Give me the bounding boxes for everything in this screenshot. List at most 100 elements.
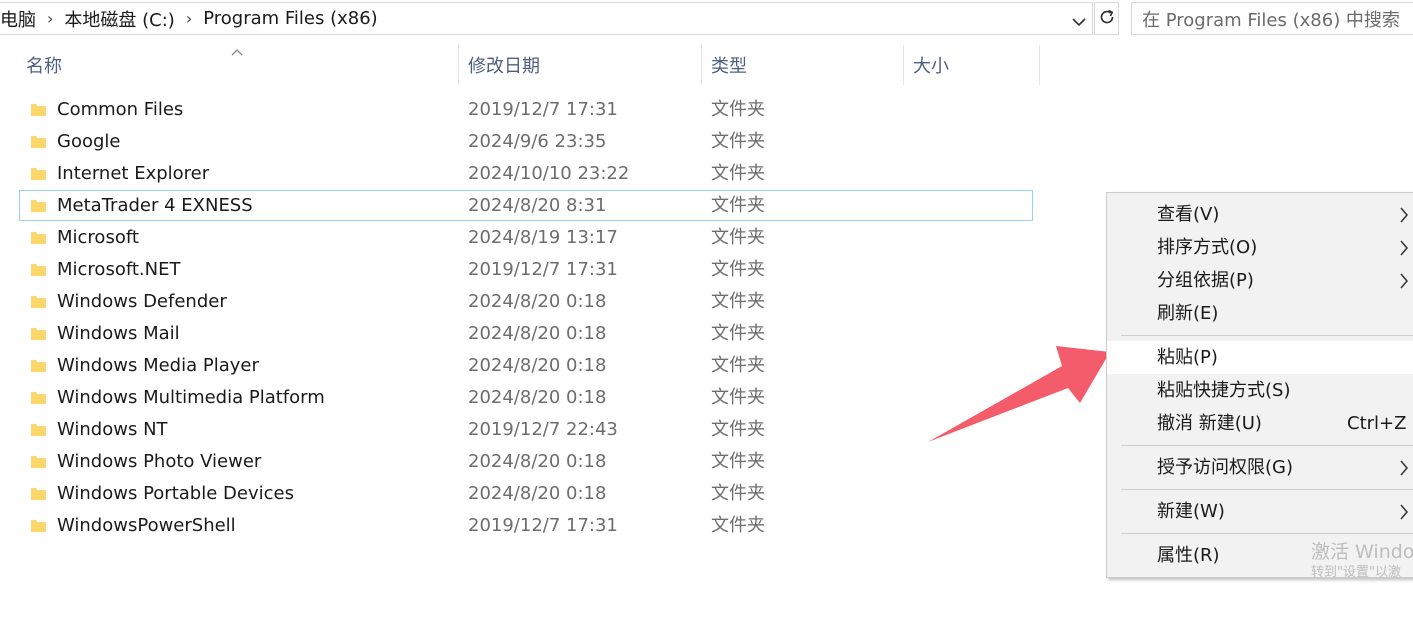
menu-item-paste[interactable]: 粘贴(P)	[1107, 341, 1413, 374]
menu-separator	[1121, 489, 1413, 490]
file-date: 2024/8/19 13:17	[468, 227, 618, 248]
folder-icon	[31, 520, 46, 532]
file-date: 2024/8/20 0:18	[468, 483, 607, 504]
address-bar[interactable]: 电脑 › 本地磁盘 (C:) › Program Files (x86)	[0, 2, 1093, 35]
folder-icon	[31, 296, 46, 308]
file-row[interactable]: Windows Media Player 2024/8/20 0:18 文件夹	[0, 350, 1040, 382]
submenu-arrow-icon	[1400, 273, 1408, 289]
file-row-selected[interactable]: MetaTrader 4 EXNESS 2024/8/20 8:31 文件夹	[0, 190, 1040, 222]
file-type: 文件夹	[711, 291, 765, 312]
file-row[interactable]: Windows Defender 2024/8/20 0:18 文件夹	[0, 286, 1040, 318]
file-date: 2024/8/20 0:18	[468, 291, 607, 312]
breadcrumb-program-files-x86[interactable]: Program Files (x86)	[203, 8, 378, 29]
address-history-dropdown-icon[interactable]	[1068, 11, 1090, 33]
watermark-line-2: 转到"设置"以激	[1311, 565, 1401, 580]
file-name: Windows Multimedia Platform	[57, 387, 325, 408]
file-name: WindowsPowerShell	[57, 515, 236, 536]
file-list: Common Files 2019/12/7 17:31 文件夹 Google …	[0, 94, 1040, 542]
refresh-icon	[1098, 8, 1116, 30]
file-row[interactable]: Windows NT 2019/12/7 22:43 文件夹	[0, 414, 1040, 446]
file-type: 文件夹	[711, 131, 765, 152]
file-date: 2024/9/6 23:35	[468, 131, 607, 152]
menu-item-new[interactable]: 新建(W)	[1107, 495, 1413, 528]
folder-icon	[31, 424, 46, 436]
menu-separator	[1121, 335, 1413, 336]
submenu-arrow-icon	[1400, 240, 1408, 256]
activation-watermark: 激活 Windo 转到"设置"以激	[1311, 540, 1413, 582]
context-menu: 查看(V) 排序方式(O) 分组依据(P) 刷新(E) 粘贴(P) 粘贴快捷方式…	[1106, 192, 1413, 578]
search-input[interactable]: 在 Program Files (x86) 中搜索	[1131, 2, 1413, 35]
file-row[interactable]: Common Files 2019/12/7 17:31 文件夹	[0, 94, 1040, 126]
undo-shortcut-label: Ctrl+Z	[1347, 413, 1407, 434]
file-name: Windows NT	[57, 419, 168, 440]
file-row[interactable]: Microsoft 2024/8/19 13:17 文件夹	[0, 222, 1040, 254]
file-name: MetaTrader 4 EXNESS	[57, 195, 253, 216]
menu-item-group-by[interactable]: 分组依据(P)	[1107, 264, 1413, 297]
folder-icon	[31, 232, 46, 244]
folder-icon	[31, 456, 46, 468]
breadcrumb-local-disk[interactable]: 本地磁盘 (C:)	[64, 6, 174, 32]
folder-icon	[31, 200, 46, 212]
file-type: 文件夹	[711, 515, 765, 536]
folder-icon	[31, 104, 46, 116]
file-type: 文件夹	[711, 387, 765, 408]
folder-icon	[31, 360, 46, 372]
search-placeholder: 在 Program Files (x86) 中搜索	[1142, 9, 1400, 31]
file-name: Windows Media Player	[57, 355, 259, 376]
file-type: 文件夹	[711, 419, 765, 440]
file-name: Windows Photo Viewer	[57, 451, 262, 472]
folder-icon	[31, 264, 46, 276]
breadcrumb-this-pc[interactable]: 电脑	[0, 6, 36, 32]
refresh-button[interactable]	[1094, 2, 1119, 35]
file-name: Windows Mail	[57, 323, 180, 344]
breadcrumb-chevron-icon[interactable]: ›	[186, 9, 192, 28]
file-row[interactable]: Windows Mail 2024/8/20 0:18 文件夹	[0, 318, 1040, 350]
menu-item-view[interactable]: 查看(V)	[1107, 198, 1413, 231]
submenu-arrow-icon	[1400, 207, 1408, 223]
menu-item-paste-shortcut[interactable]: 粘贴快捷方式(S)	[1107, 374, 1413, 407]
menu-separator	[1121, 533, 1413, 534]
menu-item-grant-access[interactable]: 授予访问权限(G)	[1107, 451, 1413, 484]
folder-icon	[31, 392, 46, 404]
file-type: 文件夹	[711, 259, 765, 280]
watermark-line-1: 激活 Windo	[1311, 541, 1413, 563]
menu-item-refresh[interactable]: 刷新(E)	[1107, 297, 1413, 330]
file-date: 2024/8/20 0:18	[468, 355, 607, 376]
file-row[interactable]: Windows Portable Devices 2024/8/20 0:18 …	[0, 478, 1040, 510]
column-size[interactable]: 大小	[913, 45, 1039, 85]
file-row[interactable]: Windows Multimedia Platform 2024/8/20 0:…	[0, 382, 1040, 414]
submenu-arrow-icon	[1400, 504, 1408, 520]
file-name: Common Files	[57, 99, 184, 120]
file-row[interactable]: Internet Explorer 2024/10/10 23:22 文件夹	[0, 158, 1040, 190]
file-name: Windows Portable Devices	[57, 483, 294, 504]
file-date: 2024/8/20 0:18	[468, 323, 607, 344]
submenu-arrow-icon	[1400, 460, 1408, 476]
file-date: 2024/8/20 0:18	[468, 387, 607, 408]
folder-icon	[31, 488, 46, 500]
folder-icon	[31, 136, 46, 148]
column-name[interactable]: 名称	[26, 45, 458, 85]
menu-item-sort-by[interactable]: 排序方式(O)	[1107, 231, 1413, 264]
file-date: 2019/12/7 17:31	[468, 259, 618, 280]
file-row[interactable]: Microsoft.NET 2019/12/7 17:31 文件夹	[0, 254, 1040, 286]
file-date: 2019/12/7 17:31	[468, 515, 618, 536]
menu-separator	[1121, 445, 1413, 446]
file-date: 2024/8/20 0:18	[468, 451, 607, 472]
file-type: 文件夹	[711, 163, 765, 184]
file-date: 2024/8/20 8:31	[468, 195, 607, 216]
file-date: 2024/10/10 23:22	[468, 163, 630, 184]
file-type: 文件夹	[711, 483, 765, 504]
annotation-arrow-icon	[928, 346, 1110, 442]
file-type: 文件夹	[711, 323, 765, 344]
file-name: Microsoft	[57, 227, 139, 248]
column-type[interactable]: 类型	[711, 45, 903, 85]
file-type: 文件夹	[711, 195, 765, 216]
file-row[interactable]: Windows Photo Viewer 2024/8/20 0:18 文件夹	[0, 446, 1040, 478]
file-row[interactable]: Google 2024/9/6 23:35 文件夹	[0, 126, 1040, 158]
file-row[interactable]: WindowsPowerShell 2019/12/7 17:31 文件夹	[0, 510, 1040, 542]
column-date-modified[interactable]: 修改日期	[468, 45, 701, 85]
folder-icon	[31, 168, 46, 180]
file-name: Microsoft.NET	[57, 259, 181, 280]
breadcrumb-chevron-icon[interactable]: ›	[47, 9, 53, 28]
menu-item-undo-new[interactable]: 撤消 新建(U) Ctrl+Z	[1107, 407, 1413, 440]
